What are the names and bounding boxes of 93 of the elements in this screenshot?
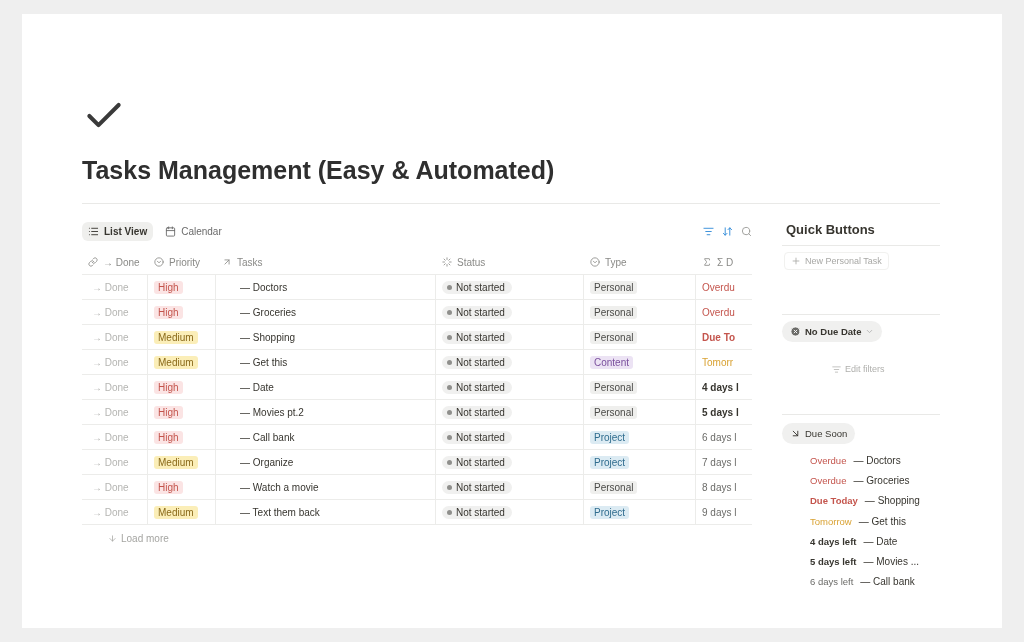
due-label: 4 days l	[702, 381, 739, 393]
task-name[interactable]: — Text them back	[240, 506, 320, 518]
column-header[interactable]: → Done	[103, 256, 140, 268]
type-tag: Personal	[590, 380, 638, 394]
status-tag: Not started	[442, 305, 512, 319]
task-name[interactable]: — Call bank	[860, 576, 915, 588]
clear-icon[interactable]	[790, 326, 801, 337]
priority-tag: High	[154, 380, 183, 394]
column-header[interactable]: Σ D	[717, 256, 734, 268]
due-label: 5 days left	[810, 556, 857, 568]
plus-icon	[791, 256, 801, 266]
column-header[interactable]: Tasks	[237, 256, 263, 268]
link-icon	[88, 257, 98, 267]
type-tag: Personal	[590, 480, 638, 494]
status-tag: Not started	[442, 455, 512, 469]
due-label: Tomorrow	[810, 515, 852, 527]
task-name[interactable]: — Shopping	[240, 331, 296, 343]
priority-tag: Medium	[154, 330, 198, 344]
arrow-down-icon	[108, 534, 117, 543]
due-label: Overdu	[702, 306, 735, 318]
status-tag: Not started	[442, 280, 512, 294]
type-tag: Personal	[590, 330, 638, 344]
sort-icon[interactable]	[722, 225, 733, 237]
priority-tag: High	[154, 405, 183, 419]
task-name[interactable]: — Date	[240, 381, 274, 393]
filter-icon[interactable]	[703, 225, 714, 237]
due-label: 6 days l	[702, 431, 737, 443]
priority-tag: High	[154, 280, 183, 294]
task-name[interactable]: — Doctors	[853, 454, 901, 466]
task-name[interactable]: — Call bank	[240, 431, 295, 443]
status-tag: Not started	[442, 405, 512, 419]
due-label: Overdue	[810, 454, 847, 466]
column-header[interactable]: Priority	[169, 256, 201, 268]
task-name[interactable]: — Shopping	[864, 495, 920, 507]
task-name[interactable]: — Movies pt.2	[240, 406, 304, 418]
due-label: Due Today	[810, 495, 858, 507]
type-tag: Personal	[590, 305, 638, 319]
status-tag: Not started	[442, 480, 512, 494]
status-tag: Not started	[442, 505, 512, 519]
view-tab[interactable]: List View	[82, 221, 154, 241]
priority-tag: Medium	[154, 455, 198, 469]
filter-chip[interactable]: No Due Date	[782, 321, 883, 342]
task-name[interactable]: — Groceries	[240, 306, 297, 318]
due-label: 7 days l	[702, 456, 737, 468]
due-label: 8 days l	[702, 481, 737, 493]
type-tag: Project	[590, 430, 630, 444]
task-name[interactable]: — Date	[863, 535, 898, 547]
status-tag: Not started	[442, 430, 512, 444]
due-label: 5 days l	[702, 406, 739, 418]
due-label: Tomorr	[702, 356, 734, 368]
task-name[interactable]: — Groceries	[853, 474, 910, 486]
priority-tag: High	[154, 305, 183, 319]
due-label: Due To	[702, 331, 736, 343]
type-tag: Project	[590, 455, 630, 469]
task-name[interactable]: — Get this	[240, 356, 288, 368]
arrow-icon	[790, 428, 801, 439]
task-name[interactable]: — Doctors	[240, 281, 288, 293]
dropdown-icon	[154, 257, 164, 267]
filter-icon	[832, 364, 841, 374]
view-tab[interactable]: Calendar	[159, 221, 228, 241]
section-title: Quick Buttons	[786, 222, 876, 237]
sigma-icon	[702, 257, 712, 267]
column-header[interactable]: Type	[605, 256, 627, 268]
search-icon[interactable]	[741, 225, 752, 237]
due-label: 9 days l	[702, 506, 737, 518]
task-name[interactable]: — Get this	[858, 515, 906, 527]
due-label: 6 days left	[810, 576, 854, 588]
page-title: Tasks Management (Easy & Automated)	[82, 156, 556, 185]
type-tag: Content	[590, 355, 634, 369]
list-icon	[88, 225, 99, 237]
type-tag: Project	[590, 505, 630, 519]
spinner-icon	[442, 257, 452, 267]
priority-tag: High	[154, 480, 183, 494]
dropdown-icon	[590, 257, 600, 267]
type-tag: Personal	[590, 405, 638, 419]
status-tag: Not started	[442, 330, 512, 344]
priority-tag: High	[154, 430, 183, 444]
task-name[interactable]: — Organize	[240, 456, 294, 468]
task-name[interactable]: — Watch a movie	[240, 481, 319, 493]
priority-tag: Medium	[154, 505, 198, 519]
due-label: Overdue	[810, 474, 847, 486]
due-label: 4 days left	[810, 535, 857, 547]
priority-tag: Medium	[154, 355, 198, 369]
type-tag: Personal	[590, 280, 638, 294]
chevron-down-icon	[865, 327, 875, 336]
due-label: Overdu	[702, 281, 735, 293]
status-tag: Not started	[442, 355, 512, 369]
arrow-icon	[222, 257, 232, 267]
task-name[interactable]: — Movies ...	[863, 556, 920, 568]
calendar-icon	[165, 225, 177, 237]
due-soon-chip[interactable]: Due Soon	[782, 423, 856, 444]
status-tag: Not started	[442, 380, 512, 394]
column-header[interactable]: Status	[457, 256, 486, 268]
